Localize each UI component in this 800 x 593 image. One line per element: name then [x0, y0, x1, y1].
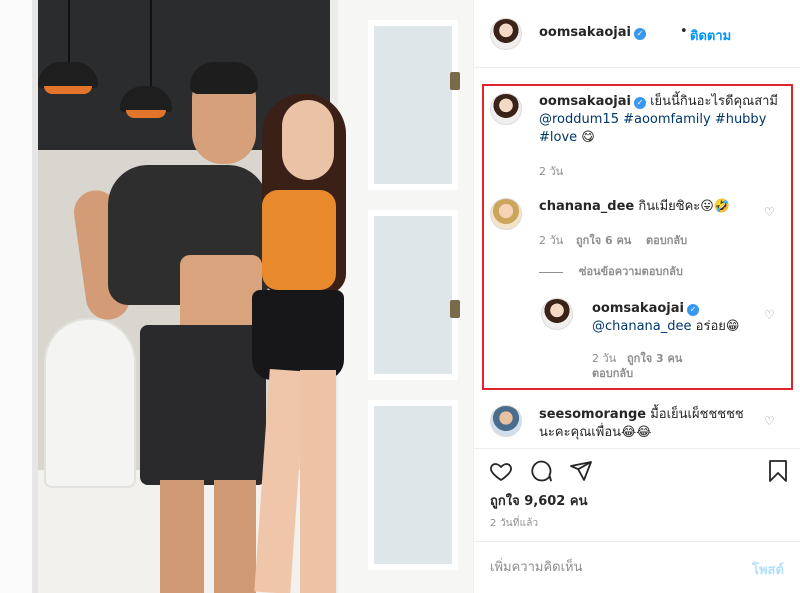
photo-chair — [44, 318, 136, 488]
photo-woman-face — [282, 100, 334, 180]
caption-emoji: 😋 — [581, 130, 595, 145]
reply-avatar[interactable] — [541, 298, 573, 330]
photo-woman-top — [262, 190, 336, 290]
add-comment-input[interactable] — [490, 556, 730, 578]
post-timestamp[interactable]: 2 วันที่แล้ว — [490, 516, 538, 531]
hide-replies-label[interactable]: ซ่อนข้อความตอบกลับ — [579, 265, 683, 278]
verified-badge-icon: ✓ — [686, 304, 699, 316]
caption-avatar[interactable] — [490, 93, 522, 125]
comment-avatar[interactable] — [490, 405, 522, 437]
caption-hashtag[interactable]: #aoomfamily — [623, 112, 711, 127]
comment-like-heart-icon[interactable]: ♡ — [764, 206, 776, 218]
photo-lamp-cord — [68, 0, 70, 62]
comment-icon[interactable] — [529, 459, 553, 483]
photo-lamp-cord — [150, 0, 152, 86]
reply-mention[interactable]: @chanana_dee — [592, 319, 692, 334]
author-username-text[interactable]: oomsakaojai — [539, 25, 631, 40]
reply-likes[interactable]: ถูกใจ 3 คน — [627, 349, 682, 367]
caption-body: oomsakaojai ✓ เย็นนี้กินอะไรดีคุณสามี @ro… — [539, 93, 779, 147]
caption-time: 2 วัน — [539, 165, 564, 178]
photo-door-hinge — [450, 300, 460, 318]
author-username[interactable]: oomsakaojai ✓ — [539, 25, 646, 40]
photo-man-torso — [180, 255, 262, 335]
photo-woman-skirt — [252, 290, 344, 380]
post-side-panel: oomsakaojai ✓ • ติดตาม oomsakaojai ✓ เย็นน… — [473, 0, 800, 593]
reply-body: oomsakaojai ✓ @chanana_dee อร่อย😁 — [592, 300, 762, 336]
share-icon[interactable] — [569, 459, 593, 483]
caption-username[interactable]: oomsakaojai — [539, 94, 631, 109]
hide-replies-button[interactable]: ซ่อนข้อความตอบกลับ — [539, 262, 683, 280]
comment-username[interactable]: chanana_dee — [539, 199, 634, 214]
author-avatar[interactable] — [490, 18, 522, 50]
follow-button[interactable]: ติดตาม — [690, 25, 731, 46]
photo-door-pane — [368, 210, 458, 380]
photo-door-hinge — [450, 72, 460, 90]
comment-text: กินเมียซิคะ😛🤣 — [638, 199, 731, 214]
post-photo[interactable] — [0, 0, 473, 593]
photo-pendant-lamp — [38, 62, 98, 94]
verified-badge-icon: ✓ — [633, 28, 646, 40]
post-comment-button[interactable]: โพสต์ — [752, 559, 784, 580]
likes-count[interactable]: ถูกใจ 9,602 คน — [490, 490, 587, 511]
photo-door-left — [0, 0, 38, 593]
comment-likes[interactable]: ถูกใจ 6 คน — [576, 231, 631, 249]
comment-reply-button[interactable]: ตอบกลับ — [646, 231, 687, 249]
add-comment-bar: โพสต์ — [474, 541, 800, 593]
reply-divider-line — [539, 271, 563, 273]
verified-badge-icon: ✓ — [633, 97, 646, 109]
header-separator: • — [680, 24, 688, 39]
reply-reply-button[interactable]: ตอบกลับ — [592, 364, 633, 382]
comment-body: chanana_dee กินเมียซิคะ😛🤣 — [539, 198, 759, 216]
reply-text: อร่อย😁 — [695, 319, 740, 334]
comment-body: seesomorange มื้อเย็นเผ็ชชชชช นะคะคุณเพื… — [539, 406, 759, 442]
comment-avatar[interactable] — [490, 198, 522, 230]
heart-icon[interactable] — [489, 459, 513, 483]
photo-woman-leg — [300, 370, 336, 593]
reply-username[interactable]: oomsakaojai — [592, 301, 684, 316]
post-header: oomsakaojai ✓ • ติดตาม — [474, 0, 800, 68]
photo-man-leg — [214, 480, 256, 593]
caption-mention[interactable]: @roddum15 — [539, 112, 619, 127]
comment-like-heart-icon[interactable]: ♡ — [764, 415, 776, 427]
comment-time: 2 วัน — [539, 234, 564, 247]
photo-door-pane — [368, 20, 458, 190]
caption-text: เย็นนี้กินอะไรดีคุณสามี — [650, 94, 778, 109]
caption-hashtag[interactable]: #hubby — [715, 112, 767, 127]
photo-man-leg — [160, 480, 204, 593]
reply-like-heart-icon[interactable]: ♡ — [764, 309, 776, 321]
bookmark-icon[interactable] — [766, 459, 790, 483]
caption-hashtag[interactable]: #love — [539, 130, 577, 145]
photo-door-pane — [368, 400, 458, 570]
photo-man-shorts — [140, 325, 266, 485]
photo-man-hair — [190, 62, 258, 94]
comment-username[interactable]: seesomorange — [539, 407, 646, 422]
